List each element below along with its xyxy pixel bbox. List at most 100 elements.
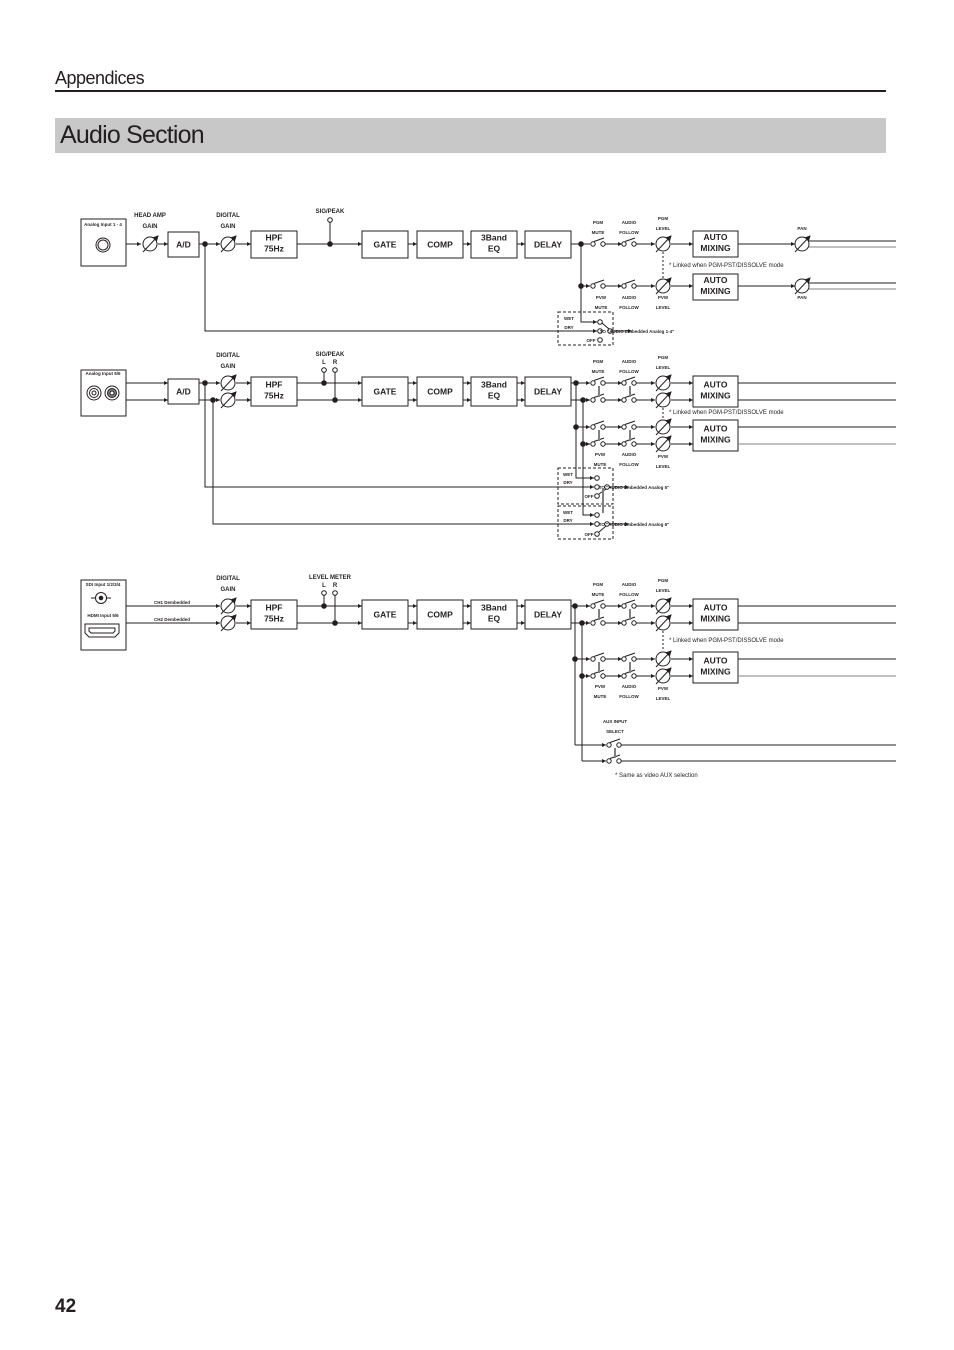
hpf-block: HPF75Hz (250, 599, 298, 630)
switch-contact (621, 603, 627, 609)
audio-follow-switch-icon (621, 599, 637, 609)
pgm-level-label: LEVEL (656, 226, 671, 231)
audio-block-diagram: Analog Input 1 - 4 HEAD AMP GAIN A/D DIGITAL… (80, 209, 896, 779)
pgm-mute-label: PGM (593, 220, 604, 225)
dry-line (212, 400, 594, 526)
eq-block-label: 3Band (481, 233, 507, 243)
terminal-icon (597, 319, 603, 325)
audio-follow-label: FOLLOW (619, 694, 639, 699)
terminal-icon (594, 475, 600, 481)
audio-follow-switch-icon (621, 652, 637, 662)
switch-contact (590, 380, 596, 386)
digital-gain-l-knob-icon (220, 597, 237, 615)
eq-block: 3BandEQ (470, 230, 518, 259)
switch-contact (621, 424, 627, 430)
pgm-mute-label: PGM (593, 582, 604, 587)
ad-converter-block: A/D (167, 231, 200, 258)
audio-follow-label: AUDIO (622, 359, 637, 364)
hpf-block-label: HPF (266, 233, 283, 243)
gate-block-label: GATE (374, 240, 397, 250)
dry-label: DRY (563, 518, 572, 523)
switch-contact (590, 673, 596, 679)
eq-block: 3BandEQ (470, 599, 518, 630)
eq-block-label: 3Band (481, 603, 507, 613)
hpf-block-label: HPF (266, 603, 283, 613)
switch-blade (593, 420, 605, 425)
terminal-icon (332, 367, 338, 373)
switch-blade (624, 420, 636, 425)
switch-contact (590, 656, 596, 662)
audio-follow-label: AUDIO (622, 295, 637, 300)
meter-r-label: R (333, 583, 338, 589)
switch-contact (600, 441, 606, 447)
linked-note: * Linked when PGM-PST/DISSOLVE mode (669, 263, 784, 269)
pvw-level-label: LEVEL (656, 464, 671, 469)
aux-same-note: * Same as video AUX selection (615, 773, 698, 779)
pvw-level-knob-icon (655, 277, 672, 295)
linked-note: * Linked when PGM-PST/DISSOLVE mode (669, 638, 784, 644)
comp-block: COMP (416, 376, 464, 407)
auto-mixing-pvw-block-label: MIXING (700, 286, 731, 296)
switch-blade (624, 237, 636, 242)
terminal-icon (321, 367, 327, 373)
switch-contact (631, 656, 637, 662)
auto-mixing-pgm-block: AUTOMIXING (692, 598, 739, 631)
switch-contact (621, 241, 627, 247)
pgm-level-knob-icon (655, 235, 672, 253)
audio-follow-label: FOLLOW (619, 230, 639, 235)
pgm-level-knob-icon (655, 614, 672, 632)
off-label: OFF (585, 532, 594, 537)
pvw-mute-label: MUTE (594, 694, 607, 699)
switch-contact (621, 620, 627, 626)
switch-contact (621, 380, 627, 386)
switch-contact (631, 241, 637, 247)
meter-r-label: R (333, 360, 338, 366)
auto-mixing-pgm-block: AUTOMIXING (692, 375, 739, 408)
eq-block: 3BandEQ (470, 376, 518, 407)
delay-block-label: DELAY (534, 610, 562, 620)
switch-contact (616, 742, 622, 748)
switch-blade (624, 599, 636, 604)
auto-mixing-pgm-block-label: MIXING (700, 614, 731, 624)
auto-mixing-pvw-block-label: MIXING (700, 435, 731, 445)
switch-contact (631, 380, 637, 386)
ch1-dembedded-label: CH1 Dembedded (154, 600, 190, 605)
switch-contact (590, 603, 596, 609)
switch-contact (600, 397, 606, 403)
pvw-level-label: PVW (658, 686, 669, 691)
pgm-level-label: PGM (658, 355, 669, 360)
switch-contact (600, 620, 606, 626)
rca-jack-pin-icon (91, 390, 97, 396)
eq-block-label: EQ (488, 614, 501, 624)
comp-block-label: COMP (427, 240, 453, 250)
dry-label: DRY (563, 480, 572, 485)
ch2-dembedded-label: CH2 Dembedded (154, 617, 190, 622)
switch-contact (590, 241, 596, 247)
switch-blade (609, 738, 621, 743)
audio-follow-switch-icon (621, 237, 637, 247)
audio-follow-label: FOLLOW (619, 369, 639, 374)
pgm-mute-switch-icon (590, 237, 606, 247)
digital-gain-r-knob-icon (220, 391, 237, 409)
switch-blade (593, 376, 605, 381)
switch-contact (590, 620, 596, 626)
switch-contact (600, 241, 606, 247)
page-number: 42 (55, 1296, 77, 1317)
terminal-icon (321, 590, 327, 596)
switch-contact (631, 441, 637, 447)
input-label-analog-1-4: Analog Input 1 - 4 (84, 222, 122, 227)
audio-follow-label: AUDIO (622, 452, 637, 457)
off-terminal-icon (594, 531, 600, 537)
pvw-level-label: LEVEL (656, 696, 671, 701)
comp-block: COMP (416, 230, 464, 259)
auto-mixing-pvw-block-label: MIXING (700, 667, 731, 677)
head-amp-gain-label: GAIN (143, 224, 158, 230)
auto-mixing-pvw-block: AUTOMIXING (692, 273, 739, 301)
embedded-output-label: TO "AUDIO Embedded Analog 5" (599, 485, 670, 490)
switch-blade (593, 652, 605, 657)
wet-label: WET (564, 316, 574, 321)
pgm-level-label: LEVEL (656, 365, 671, 370)
gate-block-label: GATE (374, 610, 397, 620)
ad-converter-block-label: A/D (176, 240, 191, 250)
pan-knob-icon (794, 277, 811, 295)
